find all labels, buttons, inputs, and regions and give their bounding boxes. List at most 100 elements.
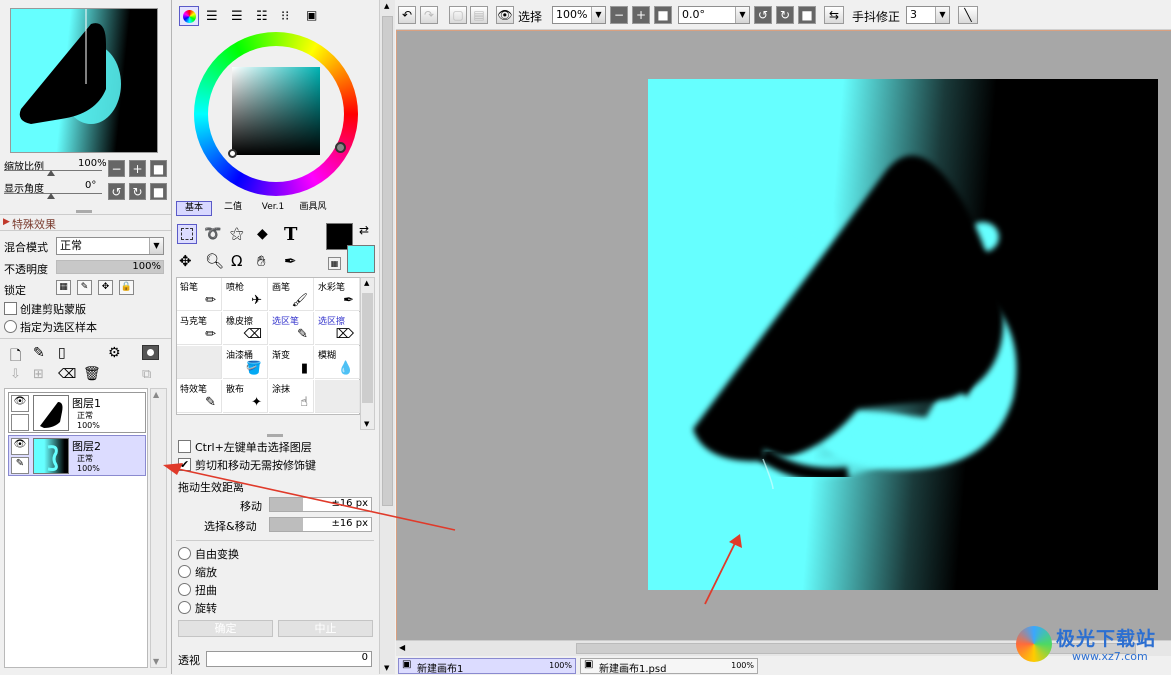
zoom-select[interactable]: 100% ▼ <box>552 6 606 24</box>
swatch-icon[interactable]: ⁝⁝ <box>281 9 289 24</box>
color-tab-binary[interactable]: 二值 <box>217 201 249 216</box>
redo-button[interactable]: ↷ <box>420 6 438 24</box>
brush-cell[interactable]: 橡皮擦 ⌫ <box>223 312 268 345</box>
zoom-in-button[interactable]: + <box>129 160 146 177</box>
color-wheel-mode-icon[interactable] <box>179 6 199 26</box>
move-tool-icon[interactable]: ✥ <box>179 252 192 270</box>
brush-cell[interactable]: 选区笔 ✎ <box>269 312 314 345</box>
brush-cell[interactable]: 选区擦 ⌦ <box>315 312 360 345</box>
color-tab-ver1[interactable]: Ver.1 <box>256 201 290 216</box>
stabilizer-select[interactable]: 3 ▼ <box>906 6 950 24</box>
delete-layer-icon[interactable]: 🗑 <box>83 366 101 382</box>
merge-visible-icon[interactable]: ⧉ <box>142 367 151 382</box>
clear-layer-icon[interactable]: ⌫ <box>58 367 76 382</box>
lock-transparency-icon[interactable]: ▦ <box>56 280 71 295</box>
layer-row[interactable]: 👁 图层1 正常 100% <box>8 392 146 433</box>
brush-cell[interactable]: 油漆桶 🪣 <box>223 346 268 379</box>
clip-mask-checkbox[interactable] <box>4 302 17 315</box>
brush-cell[interactable]: 特效笔 ✎ <box>177 380 222 413</box>
zoom-tool-icon[interactable]: 🔍︎ <box>205 252 224 270</box>
zoom-out-button[interactable]: − <box>108 160 125 177</box>
opacity-slider[interactable]: 100% <box>56 260 164 274</box>
swap-colors-icon[interactable]: ⇄ <box>359 223 369 237</box>
rotate-left-button[interactable]: ↺ <box>754 6 772 24</box>
brush-cell[interactable]: 散布 ✦ <box>223 380 268 413</box>
lasso-tool-icon[interactable]: ➰ <box>204 226 221 242</box>
brush-label: 画笔 <box>272 283 291 293</box>
new-vector-layer-icon[interactable]: ✎ <box>33 345 45 361</box>
undo-button[interactable]: ↶ <box>398 6 416 24</box>
zoom-slider-thumb[interactable] <box>47 170 55 176</box>
hsv-slider-icon[interactable]: ☰ <box>231 9 243 24</box>
blend-mode-select[interactable]: 正常 ▼ <box>56 237 164 255</box>
straight-line-button[interactable]: ╲ <box>958 6 978 24</box>
brush-cell[interactable]: 马克笔 ✏ <box>177 312 222 345</box>
deselect-button[interactable]: ▢ <box>449 6 467 24</box>
brush-cell[interactable]: 画笔 🖌 <box>269 278 314 311</box>
layer-edit-toggle[interactable] <box>11 414 29 431</box>
selection-source-radio[interactable] <box>4 320 17 333</box>
scratchpad-icon[interactable]: ▣ <box>306 8 317 22</box>
zoom-in-button[interactable]: + <box>632 6 650 24</box>
layer-scrollbar[interactable]: ▲ ▼ <box>150 388 167 668</box>
brush-cell[interactable] <box>177 346 222 379</box>
pencil-icon[interactable]: ✎ <box>11 457 29 474</box>
color-tab-basic[interactable]: 基本 <box>176 201 212 216</box>
document-tab[interactable]: ▣ 新建画布1.psd 100% <box>580 658 758 675</box>
eye-icon[interactable]: 👁 <box>11 395 29 412</box>
color-bar-icon[interactable]: ☷ <box>256 9 268 24</box>
rotate-reset-button[interactable]: ■ <box>798 6 816 24</box>
show-selection-button[interactable]: 👁 <box>496 6 514 24</box>
perspective-field[interactable]: 0 <box>206 651 372 667</box>
new-layer-icon[interactable]: 🗋 <box>10 345 21 369</box>
eye-icon[interactable]: 👁 <box>11 438 29 455</box>
merge-down-icon[interactable]: ⊞ <box>33 367 44 382</box>
layer-row[interactable]: 👁 ✎ 图层2 正常 100% <box>8 435 146 476</box>
angle-slider-thumb[interactable] <box>47 193 55 199</box>
invert-selection-button[interactable]: ▤ <box>470 6 488 24</box>
sv-picker[interactable] <box>228 149 237 158</box>
layer-mask-icon[interactable] <box>142 345 159 360</box>
secondary-color-swatch[interactable] <box>347 245 375 273</box>
rgb-slider-icon[interactable]: ☰ <box>206 9 218 24</box>
text-tool-icon[interactable]: T <box>284 224 297 245</box>
color-tab-paint[interactable]: 画具风 <box>293 201 333 216</box>
new-folder-icon[interactable]: ▯ <box>58 345 66 361</box>
layer-settings-icon[interactable]: ⚙ <box>108 345 121 361</box>
transfer-down-icon[interactable]: ⇩ <box>10 367 21 382</box>
hand-tool-icon[interactable]: ✋︎ <box>257 252 266 270</box>
eyedropper-icon[interactable]: ✒ <box>284 252 297 270</box>
lock-all-icon[interactable]: 🔒 <box>119 280 134 295</box>
shape-tool-icon[interactable]: ◆ <box>257 226 268 242</box>
flip-horizontal-button[interactable]: ⇆ <box>824 6 844 24</box>
brush-cell[interactable]: 水彩笔 ✒ <box>315 278 360 311</box>
lock-move-icon[interactable]: ✥ <box>98 280 113 295</box>
brush-cell[interactable]: 喷枪 ✈ <box>223 278 268 311</box>
rotate-left-button[interactable]: ↺ <box>108 183 125 200</box>
rotate-right-button[interactable]: ↻ <box>129 183 146 200</box>
brush-cell[interactable]: 渐变 ▮ <box>269 346 314 379</box>
brush-scrollbar[interactable]: ▲ ▼ <box>360 277 375 430</box>
brush-cell[interactable]: 铅笔 ✏ <box>177 278 222 311</box>
rect-select-tool-icon[interactable] <box>177 224 197 244</box>
rotate-tool-icon[interactable]: Ω <box>231 252 242 270</box>
brush-cell[interactable]: 涂抹 ☝ <box>269 380 314 413</box>
transparent-color-icon[interactable]: ▦ <box>328 257 341 270</box>
zoom-reset-button[interactable]: ■ <box>654 6 672 24</box>
rotate-reset-button[interactable]: ■ <box>150 183 167 200</box>
magic-wand-icon[interactable]: ⚝ <box>230 226 244 242</box>
splitter-grip[interactable] <box>76 210 92 213</box>
document-tab[interactable]: ▣ 新建画布1 100% <box>398 658 576 675</box>
lock-paint-icon[interactable]: ✎ <box>77 280 92 295</box>
brush-cell[interactable] <box>315 380 360 413</box>
zoom-reset-button[interactable]: ■ <box>150 160 167 177</box>
hue-picker[interactable] <box>335 142 346 153</box>
brush-cell[interactable]: 模糊 💧 <box>315 346 360 379</box>
angle-select[interactable]: 0.0° ▼ <box>678 6 750 24</box>
navigator-thumbnail[interactable] <box>10 8 158 153</box>
canvas-area[interactable] <box>163 30 1171 640</box>
zoom-out-button[interactable]: − <box>610 6 628 24</box>
saturation-value-square[interactable] <box>232 67 320 155</box>
rotate-right-button[interactable]: ↻ <box>776 6 794 24</box>
effects-header[interactable]: ▶ 特殊效果 <box>0 214 171 231</box>
